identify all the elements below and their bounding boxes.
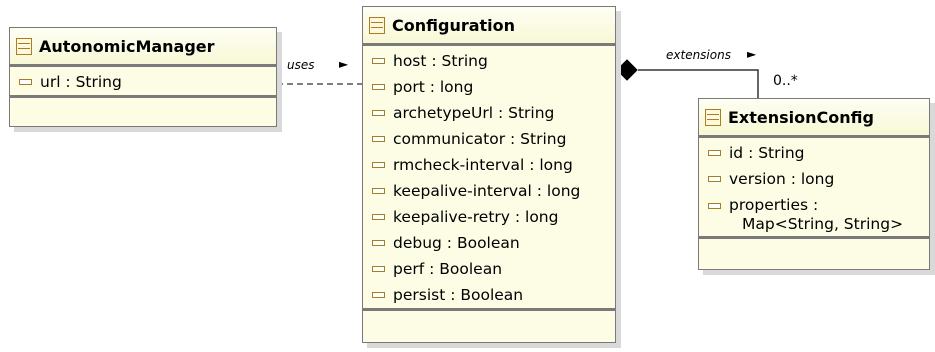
attribute-row: archetypeUrl : String (363, 100, 615, 126)
attribute-type-line: Map<String, String> (742, 215, 904, 233)
class-icon (369, 16, 385, 34)
attribute-text: perf : Boolean (393, 260, 503, 278)
class-icon (16, 37, 32, 55)
attribute-text: host : String (393, 52, 488, 70)
attribute-text: debug : Boolean (393, 234, 520, 252)
class-name: AutonomicManager (39, 36, 215, 56)
attribute-row: port : long (363, 74, 615, 100)
attribute-icon (372, 84, 385, 90)
class-header: AutonomicManager (10, 28, 276, 67)
attribute-compartment: host : String port : long archetypeUrl :… (363, 46, 615, 311)
attribute-icon (372, 188, 385, 194)
attribute-text: persist : Boolean (393, 286, 524, 304)
uses-label: uses (287, 58, 315, 72)
attribute-text: id : String (729, 144, 805, 162)
attribute-row: communicator : String (363, 126, 615, 152)
attribute-row: rmcheck-interval : long (363, 152, 615, 178)
class-header: Configuration (363, 7, 615, 46)
attribute-row: properties : Map<String, String> (699, 192, 929, 236)
attribute-icon (372, 58, 385, 64)
attribute-text: communicator : String (393, 130, 567, 148)
attribute-icon (372, 266, 385, 272)
attribute-row: keepalive-retry : long (363, 204, 615, 230)
attribute-row: host : String (363, 48, 615, 74)
attribute-icon (372, 110, 385, 116)
attribute-name-line: properties : (729, 196, 819, 214)
extensions-label: extensions (666, 48, 731, 62)
composition-diamond (616, 59, 638, 81)
attribute-compartment: id : String version : long properties : … (699, 138, 929, 239)
attribute-icon (372, 292, 385, 298)
class-name: ExtensionConfig (728, 107, 874, 127)
attribute-text: version : long (729, 170, 835, 188)
attribute-icon (372, 162, 385, 168)
attribute-row: debug : Boolean (363, 230, 615, 256)
attribute-text: keepalive-interval : long (393, 182, 581, 200)
extensions-direction-arrow: ► (747, 47, 757, 61)
attribute-compartment: url : String (10, 67, 276, 98)
attribute-icon (372, 136, 385, 142)
attribute-row: keepalive-interval : long (363, 178, 615, 204)
attribute-row: url : String (10, 69, 276, 95)
attribute-text: rmcheck-interval : long (393, 156, 573, 174)
class-extension-config: ExtensionConfig id : String version : lo… (698, 98, 930, 270)
attribute-icon (19, 79, 32, 85)
attribute-icon (372, 214, 385, 220)
attribute-icon (708, 203, 721, 209)
class-name: Configuration (392, 15, 516, 35)
class-configuration: Configuration host : String port : long … (362, 6, 616, 343)
attribute-row: perf : Boolean (363, 256, 615, 282)
attribute-text: properties : Map<String, String> (729, 196, 903, 234)
class-icon (705, 108, 721, 126)
attribute-text: archetypeUrl : String (393, 104, 555, 122)
attribute-icon (708, 150, 721, 156)
attribute-icon (708, 176, 721, 182)
attribute-text: port : long (393, 78, 474, 96)
extensions-association-line (638, 69, 759, 98)
attribute-icon (372, 240, 385, 246)
attribute-row: version : long (699, 166, 929, 192)
extensions-multiplicity: 0..* (773, 73, 798, 89)
class-autonomic-manager: AutonomicManager url : String (9, 27, 277, 127)
attribute-text: url : String (40, 73, 122, 91)
attribute-row: id : String (699, 140, 929, 166)
attribute-text: keepalive-retry : long (393, 208, 559, 226)
attribute-row: persist : Boolean (363, 282, 615, 308)
uses-direction-arrow: ► (339, 57, 349, 71)
class-header: ExtensionConfig (699, 99, 929, 138)
